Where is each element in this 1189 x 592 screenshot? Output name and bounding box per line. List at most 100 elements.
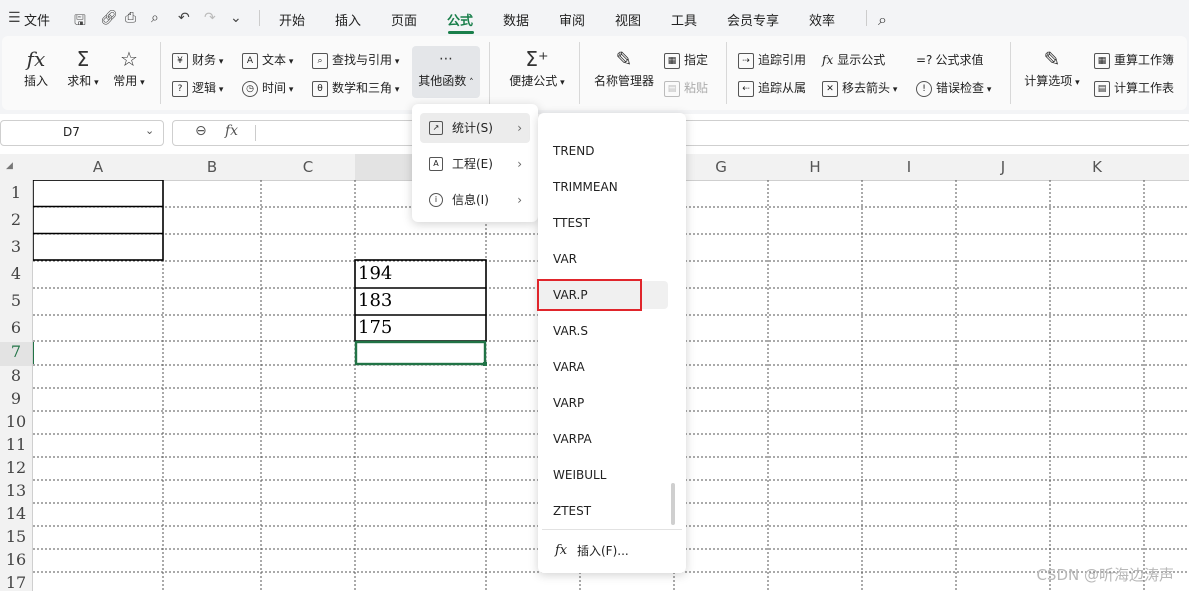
calc-sheet-icon: ▤ xyxy=(1094,80,1110,97)
paste-button[interactable]: ▤ 粘贴 xyxy=(664,79,708,97)
menu-item-engineering[interactable]: A 工程(E) › xyxy=(420,149,530,179)
calc-sheet-button[interactable]: ▤ 计算工作表 xyxy=(1094,79,1174,97)
row-header-14[interactable]: 14 xyxy=(0,504,32,523)
clock-icon: ◷ xyxy=(242,80,258,97)
column-header-b[interactable]: B xyxy=(163,154,261,180)
row-header-10[interactable]: 10 xyxy=(0,412,32,431)
divider xyxy=(866,10,867,26)
row-header-4[interactable]: 4 xyxy=(0,264,32,283)
function-ztest[interactable]: ZTEST xyxy=(538,497,685,525)
undo-icon[interactable]: ↶ xyxy=(178,10,190,26)
calc-options-button[interactable]: ✎ 计算选项 ▾ xyxy=(1020,46,1084,89)
menu-item-label: 统计(S) xyxy=(452,121,493,135)
math-button[interactable]: θ 数学和三角 ▾ xyxy=(312,79,399,97)
column-header-a[interactable]: A xyxy=(33,154,163,180)
function-ttest[interactable]: TTEST xyxy=(538,209,685,237)
row-header-8[interactable]: 8 xyxy=(0,366,32,385)
zoom-icon[interactable]: ⊖ xyxy=(195,123,207,139)
preview-icon[interactable]: ⌕ xyxy=(151,10,159,26)
tab-review[interactable]: 审阅 xyxy=(559,10,585,29)
function-var[interactable]: VAR xyxy=(538,245,685,273)
tab-data[interactable]: 数据 xyxy=(503,10,529,29)
tab-member[interactable]: 会员专享 xyxy=(727,10,779,29)
redo-icon[interactable]: ↷ xyxy=(204,10,216,26)
column-header-c[interactable]: C xyxy=(261,154,355,180)
cell-d6[interactable]: 175 xyxy=(355,317,392,338)
sum-button[interactable]: Σ 求和 ▾ xyxy=(62,46,104,89)
remove-arrows-button[interactable]: ✕ 移去箭头 ▾ xyxy=(822,79,897,97)
row-header-1[interactable]: 1 xyxy=(0,183,32,202)
name-manager-button[interactable]: ✎ 名称管理器 xyxy=(590,46,658,89)
row-header-3[interactable]: 3 xyxy=(0,237,32,256)
print-icon[interactable]: ⎙ xyxy=(125,10,136,26)
hamburger-icon[interactable]: ☰ xyxy=(8,10,21,26)
tab-formula[interactable]: 公式 xyxy=(447,10,473,29)
function-trend[interactable]: TREND xyxy=(538,137,685,165)
tab-page[interactable]: 页面 xyxy=(391,10,417,29)
cell-d5[interactable]: 183 xyxy=(355,290,392,311)
row-header-16[interactable]: 16 xyxy=(0,550,32,569)
column-header-i[interactable]: I xyxy=(862,154,956,180)
time-button[interactable]: ◷ 时间 ▾ xyxy=(242,79,293,97)
tab-insert[interactable]: 插入 xyxy=(335,10,361,29)
tab-home[interactable]: 开始 xyxy=(279,10,305,29)
row-header-17[interactable]: 17 xyxy=(0,573,32,592)
text-button[interactable]: A 文本 ▾ xyxy=(242,51,293,69)
row-header-2[interactable]: 2 xyxy=(0,210,32,229)
trace-precedents-button[interactable]: ⇢ 追踪引用 xyxy=(738,51,806,69)
evaluate-formula-button[interactable]: =? 公式求值 xyxy=(916,51,983,68)
error-check-button[interactable]: ! 错误检查 ▾ xyxy=(916,79,991,97)
row-header-12[interactable]: 12 xyxy=(0,458,32,477)
function-vara[interactable]: VARA xyxy=(538,353,685,381)
trace-dep-icon: ⇠ xyxy=(738,80,754,97)
finance-button[interactable]: ¥ 财务 ▾ xyxy=(172,51,223,69)
function-weibull[interactable]: WEIBULL xyxy=(538,461,685,489)
menu-item-information[interactable]: i 信息(I) › xyxy=(420,185,530,215)
show-formula-button[interactable]: fx 显示公式 xyxy=(822,51,885,68)
insert-function-button[interactable]: fx 插入 xyxy=(18,46,54,89)
function-varpa[interactable]: VARPA xyxy=(538,425,685,453)
column-header-h[interactable]: H xyxy=(768,154,862,180)
column-header-j[interactable]: J xyxy=(956,154,1050,180)
quick-formula-button[interactable]: Σ⁺ 便捷公式 ▾ xyxy=(504,46,570,89)
column-header-k[interactable]: K xyxy=(1050,154,1144,180)
row-header-7[interactable]: 7 xyxy=(0,342,32,366)
trace-dependents-button[interactable]: ⇠ 追踪从属 xyxy=(738,79,806,97)
cell-reference: D7 xyxy=(63,125,80,139)
row-header-9[interactable]: 9 xyxy=(0,389,32,408)
name-manager-icon: ✎ xyxy=(615,47,633,71)
chevron-down-icon[interactable]: ⌄ xyxy=(230,10,242,26)
lookup-button[interactable]: ⌕ 查找与引用 ▾ xyxy=(312,51,399,69)
chevron-down-icon[interactable]: ⌄ xyxy=(145,124,154,137)
menu-item-statistics[interactable]: ↗ 统计(S) › xyxy=(420,113,530,143)
logic-button[interactable]: ? 逻辑 ▾ xyxy=(172,79,223,97)
function-varp[interactable]: VARP xyxy=(538,389,685,417)
select-all-icon[interactable]: ◢ xyxy=(6,161,13,171)
link-icon[interactable]: 🔗︎ xyxy=(100,10,118,26)
row-header-15[interactable]: 15 xyxy=(0,527,32,546)
tab-efficiency[interactable]: 效率 xyxy=(809,10,835,29)
other-functions-button[interactable]: ⋯ 其他函数 ˄ xyxy=(412,46,480,98)
insert-function-menu-item[interactable]: fx 插入(F)... xyxy=(538,537,686,565)
cell-d4[interactable]: 194 xyxy=(355,263,392,284)
recalc-workbook-button[interactable]: ▦ 重算工作簿 xyxy=(1094,51,1174,69)
row-header-11[interactable]: 11 xyxy=(0,435,32,454)
lookup-label: 查找与引用 xyxy=(332,53,393,67)
fx-icon[interactable]: fx xyxy=(225,123,238,139)
save-icon[interactable]: 🖫 xyxy=(74,10,86,34)
name-box[interactable]: D7 ⌄ xyxy=(0,120,164,146)
file-menu[interactable]: 文件 xyxy=(24,10,50,29)
column-header-g[interactable]: G xyxy=(674,154,768,180)
search-icon[interactable]: ⌕ xyxy=(878,10,887,30)
scrollbar-thumb[interactable] xyxy=(671,483,675,525)
row-header-6[interactable]: 6 xyxy=(0,318,32,337)
math-label: 数学和三角 xyxy=(332,81,393,95)
common-button[interactable]: ☆ 常用 ▾ xyxy=(108,46,150,89)
tab-view[interactable]: 视图 xyxy=(615,10,641,29)
specify-button[interactable]: ▦ 指定 xyxy=(664,51,708,69)
function-var-s[interactable]: VAR.S xyxy=(538,317,685,345)
row-header-5[interactable]: 5 xyxy=(0,291,32,310)
function-trimmean[interactable]: TRIMMEAN xyxy=(538,173,685,201)
tab-tools[interactable]: 工具 xyxy=(671,10,697,29)
row-header-13[interactable]: 13 xyxy=(0,481,32,500)
